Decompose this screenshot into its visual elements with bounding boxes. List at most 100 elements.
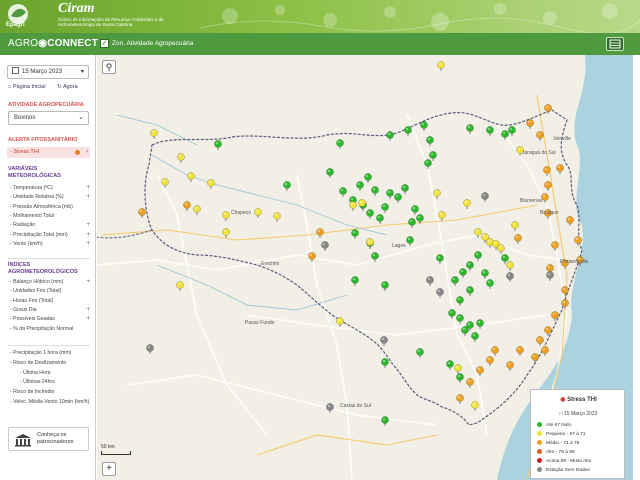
station-marker-green[interactable]	[466, 261, 474, 271]
menu-item[interactable]: - Umidade Relativa (%) +	[10, 194, 90, 200]
station-marker-green[interactable]	[429, 151, 437, 161]
station-marker-green[interactable]	[424, 159, 432, 169]
station-marker-green[interactable]	[456, 314, 464, 324]
station-marker-green[interactable]	[381, 416, 389, 426]
menu-item[interactable]: - Unidades Frio (Total)	[10, 288, 90, 294]
station-marker-green[interactable]	[466, 286, 474, 296]
station-marker-green[interactable]	[461, 326, 469, 336]
station-marker-green[interactable]	[476, 319, 484, 329]
station-marker-orange[interactable]	[544, 181, 552, 191]
stress-thi-item[interactable]: - Stress THI ›	[7, 147, 90, 158]
station-marker-green[interactable]	[456, 296, 464, 306]
expand-plus-icon[interactable]: +	[86, 241, 90, 247]
station-marker-orange[interactable]	[183, 201, 191, 211]
station-marker-orange[interactable]	[456, 394, 464, 404]
home-link[interactable]: ⌂ Página Inicial	[8, 84, 51, 90]
station-marker-yellow[interactable]	[433, 189, 441, 199]
station-marker-orange[interactable]	[138, 208, 146, 218]
station-marker-yellow[interactable]	[454, 364, 462, 374]
station-marker-orange[interactable]	[308, 252, 316, 262]
station-marker-green[interactable]	[486, 126, 494, 136]
station-marker-green[interactable]	[416, 348, 424, 358]
station-marker-orange[interactable]	[466, 378, 474, 388]
station-marker-green[interactable]	[436, 254, 444, 264]
zoom-in-button[interactable]: +	[102, 462, 116, 476]
station-marker-yellow[interactable]	[254, 208, 262, 218]
station-marker-yellow[interactable]	[506, 261, 514, 271]
station-marker-green[interactable]	[366, 209, 374, 219]
station-marker-orange[interactable]	[536, 336, 544, 346]
menu-item[interactable]: - Balanço Hídrico (mm) +	[10, 279, 90, 285]
station-marker-green[interactable]	[466, 124, 474, 134]
station-marker-green[interactable]	[508, 126, 516, 136]
station-marker-green[interactable]	[404, 126, 412, 136]
station-marker-yellow[interactable]	[177, 153, 185, 163]
station-marker-yellow[interactable]	[222, 228, 230, 238]
station-marker-yellow[interactable]	[437, 61, 445, 71]
station-marker-gray[interactable]	[146, 344, 154, 354]
zon-layer-checkbox[interactable]: ✓	[100, 39, 109, 48]
station-marker-orange[interactable]	[561, 286, 569, 296]
station-marker-orange[interactable]	[491, 346, 499, 356]
station-marker-gray[interactable]	[506, 272, 514, 282]
station-marker-green[interactable]	[486, 279, 494, 289]
station-marker-gray[interactable]	[380, 336, 388, 346]
station-marker-yellow[interactable]	[336, 317, 344, 327]
menu-item[interactable]: - Temperatura (ºC) +	[10, 185, 90, 191]
menu-item[interactable]: - Últimas 24hrs	[20, 379, 95, 385]
station-marker-green[interactable]	[381, 203, 389, 213]
station-marker-yellow[interactable]	[193, 205, 201, 215]
menu-item[interactable]: - Precipitação 1 hora (mm)	[10, 350, 90, 356]
station-marker-yellow[interactable]	[349, 201, 357, 211]
station-marker-green[interactable]	[474, 251, 482, 261]
menu-item[interactable]: - % da Precipitação Normal	[10, 326, 90, 332]
station-marker-green[interactable]	[471, 332, 479, 342]
menu-item[interactable]: - Possíveis Geadas +	[10, 316, 90, 322]
station-marker-gray[interactable]	[546, 271, 554, 281]
station-marker-green[interactable]	[364, 173, 372, 183]
expand-plus-icon[interactable]: +	[86, 222, 90, 228]
station-marker-green[interactable]	[401, 184, 409, 194]
now-link[interactable]: ↻ Agora	[57, 84, 83, 90]
station-marker-orange[interactable]	[536, 131, 544, 141]
sponsors-button[interactable]: Conheça os patrocinadores	[8, 427, 89, 451]
station-marker-yellow[interactable]	[366, 238, 374, 248]
station-marker-green[interactable]	[481, 269, 489, 279]
activity-select[interactable]: Bovinos ⌄	[8, 111, 89, 125]
menu-item[interactable]: - Molhamento Total	[10, 213, 90, 219]
menu-item[interactable]: - Risco de Incêndio	[10, 389, 90, 395]
expand-plus-icon[interactable]: +	[86, 232, 90, 238]
station-marker-orange[interactable]	[526, 119, 534, 129]
menu-item[interactable]: - Última Hora	[20, 370, 95, 376]
menu-item[interactable]: - Vento (km/h) +	[10, 241, 90, 247]
station-marker-yellow[interactable]	[438, 211, 446, 221]
station-marker-gray[interactable]	[326, 403, 334, 413]
station-marker-green[interactable]	[426, 136, 434, 146]
station-marker-orange[interactable]	[551, 241, 559, 251]
station-marker-yellow[interactable]	[150, 129, 158, 139]
station-marker-yellow[interactable]	[176, 281, 184, 291]
station-marker-orange[interactable]	[543, 166, 551, 176]
table-view-button[interactable]	[606, 37, 624, 51]
search-button[interactable]: ⚲	[102, 60, 116, 74]
station-marker-orange[interactable]	[556, 164, 564, 174]
station-marker-green[interactable]	[459, 268, 467, 278]
menu-item[interactable]: - Pressão Atmosférica (mb)	[10, 204, 90, 210]
menu-item[interactable]: - Horas Frio (Total)	[10, 298, 90, 304]
menu-item[interactable]: - Precipitação Total (mm) +	[10, 232, 90, 238]
station-marker-gray[interactable]	[481, 192, 489, 202]
station-marker-green[interactable]	[408, 218, 416, 228]
station-marker-orange[interactable]	[566, 216, 574, 226]
expand-plus-icon[interactable]: +	[86, 279, 90, 285]
station-marker-green[interactable]	[356, 181, 364, 191]
station-marker-green[interactable]	[386, 131, 394, 141]
station-marker-orange[interactable]	[514, 234, 522, 244]
menu-item[interactable]: - Risco de Deslizamento	[10, 360, 90, 366]
station-marker-green[interactable]	[420, 121, 428, 131]
station-marker-orange[interactable]	[486, 356, 494, 366]
station-marker-green[interactable]	[214, 140, 222, 150]
date-picker[interactable]: 15 Março 2023 ▾	[7, 65, 89, 79]
station-marker-green[interactable]	[336, 139, 344, 149]
station-marker-green[interactable]	[411, 205, 419, 215]
station-marker-green[interactable]	[394, 193, 402, 203]
